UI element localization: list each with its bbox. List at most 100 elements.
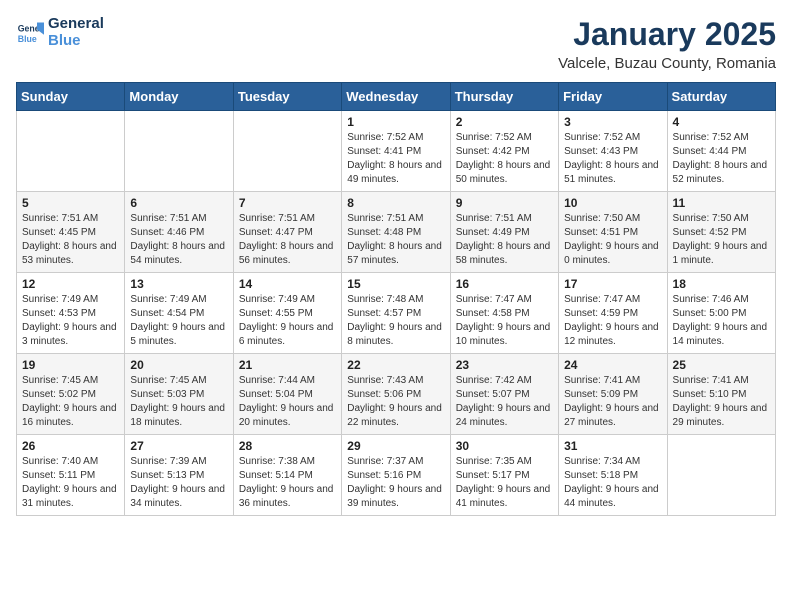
daylight-text: Daylight: 9 hours and 0 minutes. <box>564 241 659 266</box>
weekday-header-wednesday: Wednesday <box>342 83 450 111</box>
day-info: Sunrise: 7:49 AM Sunset: 4:55 PM Dayligh… <box>239 293 336 349</box>
day-number: 6 <box>130 196 227 210</box>
daylight-text: Daylight: 9 hours and 36 minutes. <box>239 484 334 509</box>
sunrise-text: Sunrise: 7:34 AM <box>564 456 640 467</box>
weekday-header-tuesday: Tuesday <box>233 83 341 111</box>
day-info: Sunrise: 7:50 AM Sunset: 4:51 PM Dayligh… <box>564 212 661 268</box>
day-number: 3 <box>564 115 661 129</box>
day-number: 5 <box>22 196 119 210</box>
calendar-cell: 9 Sunrise: 7:51 AM Sunset: 4:49 PM Dayli… <box>450 192 558 273</box>
sunset-text: Sunset: 5:17 PM <box>456 470 530 481</box>
day-number: 4 <box>673 115 770 129</box>
sunset-text: Sunset: 5:16 PM <box>347 470 421 481</box>
weekday-header-sunday: Sunday <box>17 83 125 111</box>
weekday-header-thursday: Thursday <box>450 83 558 111</box>
calendar-cell: 12 Sunrise: 7:49 AM Sunset: 4:53 PM Dayl… <box>17 273 125 354</box>
sunrise-text: Sunrise: 7:43 AM <box>347 375 423 386</box>
day-info: Sunrise: 7:44 AM Sunset: 5:04 PM Dayligh… <box>239 374 336 430</box>
day-info: Sunrise: 7:48 AM Sunset: 4:57 PM Dayligh… <box>347 293 444 349</box>
calendar-week-row: 12 Sunrise: 7:49 AM Sunset: 4:53 PM Dayl… <box>17 273 776 354</box>
calendar-cell: 26 Sunrise: 7:40 AM Sunset: 5:11 PM Dayl… <box>17 435 125 516</box>
day-info: Sunrise: 7:51 AM Sunset: 4:46 PM Dayligh… <box>130 212 227 268</box>
day-number: 31 <box>564 439 661 453</box>
day-info: Sunrise: 7:47 AM Sunset: 4:59 PM Dayligh… <box>564 293 661 349</box>
day-number: 26 <box>22 439 119 453</box>
sunset-text: Sunset: 4:53 PM <box>22 308 96 319</box>
calendar-cell: 27 Sunrise: 7:39 AM Sunset: 5:13 PM Dayl… <box>125 435 233 516</box>
day-info: Sunrise: 7:41 AM Sunset: 5:10 PM Dayligh… <box>673 374 770 430</box>
day-info: Sunrise: 7:41 AM Sunset: 5:09 PM Dayligh… <box>564 374 661 430</box>
calendar-cell: 29 Sunrise: 7:37 AM Sunset: 5:16 PM Dayl… <box>342 435 450 516</box>
day-number: 8 <box>347 196 444 210</box>
sunset-text: Sunset: 4:54 PM <box>130 308 204 319</box>
daylight-text: Daylight: 9 hours and 27 minutes. <box>564 403 659 428</box>
calendar-subtitle: Valcele, Buzau County, Romania <box>558 55 776 72</box>
calendar-week-row: 19 Sunrise: 7:45 AM Sunset: 5:02 PM Dayl… <box>17 354 776 435</box>
daylight-text: Daylight: 8 hours and 49 minutes. <box>347 160 442 185</box>
day-number: 23 <box>456 358 553 372</box>
daylight-text: Daylight: 9 hours and 44 minutes. <box>564 484 659 509</box>
sunrise-text: Sunrise: 7:44 AM <box>239 375 315 386</box>
sunset-text: Sunset: 4:49 PM <box>456 227 530 238</box>
daylight-text: Daylight: 9 hours and 8 minutes. <box>347 322 442 347</box>
calendar-cell <box>233 111 341 192</box>
daylight-text: Daylight: 9 hours and 18 minutes. <box>130 403 225 428</box>
calendar-title: January 2025 <box>558 16 776 53</box>
sunrise-text: Sunrise: 7:41 AM <box>564 375 640 386</box>
page-header: General Blue General Blue January 2025 V… <box>16 16 776 72</box>
sunset-text: Sunset: 5:00 PM <box>673 308 747 319</box>
sunset-text: Sunset: 5:09 PM <box>564 389 638 400</box>
sunrise-text: Sunrise: 7:51 AM <box>456 213 532 224</box>
calendar-cell: 19 Sunrise: 7:45 AM Sunset: 5:02 PM Dayl… <box>17 354 125 435</box>
sunset-text: Sunset: 4:57 PM <box>347 308 421 319</box>
daylight-text: Daylight: 9 hours and 16 minutes. <box>22 403 117 428</box>
sunrise-text: Sunrise: 7:47 AM <box>456 294 532 305</box>
sunrise-text: Sunrise: 7:51 AM <box>130 213 206 224</box>
day-number: 24 <box>564 358 661 372</box>
logo-text: General Blue <box>48 16 104 49</box>
day-number: 15 <box>347 277 444 291</box>
calendar-cell <box>125 111 233 192</box>
calendar-cell: 20 Sunrise: 7:45 AM Sunset: 5:03 PM Dayl… <box>125 354 233 435</box>
sunrise-text: Sunrise: 7:42 AM <box>456 375 532 386</box>
sunset-text: Sunset: 4:44 PM <box>673 146 747 157</box>
calendar-cell: 3 Sunrise: 7:52 AM Sunset: 4:43 PM Dayli… <box>559 111 667 192</box>
daylight-text: Daylight: 9 hours and 10 minutes. <box>456 322 551 347</box>
daylight-text: Daylight: 9 hours and 20 minutes. <box>239 403 334 428</box>
day-info: Sunrise: 7:50 AM Sunset: 4:52 PM Dayligh… <box>673 212 770 268</box>
sunset-text: Sunset: 4:59 PM <box>564 308 638 319</box>
daylight-text: Daylight: 9 hours and 22 minutes. <box>347 403 442 428</box>
daylight-text: Daylight: 8 hours and 53 minutes. <box>22 241 117 266</box>
sunset-text: Sunset: 4:58 PM <box>456 308 530 319</box>
calendar-week-row: 5 Sunrise: 7:51 AM Sunset: 4:45 PM Dayli… <box>17 192 776 273</box>
day-number: 13 <box>130 277 227 291</box>
day-number: 2 <box>456 115 553 129</box>
sunset-text: Sunset: 4:47 PM <box>239 227 313 238</box>
sunset-text: Sunset: 5:13 PM <box>130 470 204 481</box>
day-number: 27 <box>130 439 227 453</box>
sunset-text: Sunset: 4:43 PM <box>564 146 638 157</box>
daylight-text: Daylight: 8 hours and 50 minutes. <box>456 160 551 185</box>
daylight-text: Daylight: 9 hours and 29 minutes. <box>673 403 768 428</box>
daylight-text: Daylight: 9 hours and 6 minutes. <box>239 322 334 347</box>
sunrise-text: Sunrise: 7:38 AM <box>239 456 315 467</box>
calendar-cell: 15 Sunrise: 7:48 AM Sunset: 4:57 PM Dayl… <box>342 273 450 354</box>
day-number: 11 <box>673 196 770 210</box>
calendar-cell: 31 Sunrise: 7:34 AM Sunset: 5:18 PM Dayl… <box>559 435 667 516</box>
sunrise-text: Sunrise: 7:49 AM <box>130 294 206 305</box>
day-info: Sunrise: 7:51 AM Sunset: 4:48 PM Dayligh… <box>347 212 444 268</box>
daylight-text: Daylight: 8 hours and 51 minutes. <box>564 160 659 185</box>
calendar-cell: 30 Sunrise: 7:35 AM Sunset: 5:17 PM Dayl… <box>450 435 558 516</box>
sunrise-text: Sunrise: 7:52 AM <box>456 132 532 143</box>
calendar-cell: 4 Sunrise: 7:52 AM Sunset: 4:44 PM Dayli… <box>667 111 775 192</box>
sunrise-text: Sunrise: 7:48 AM <box>347 294 423 305</box>
daylight-text: Daylight: 8 hours and 52 minutes. <box>673 160 768 185</box>
calendar-cell: 11 Sunrise: 7:50 AM Sunset: 4:52 PM Dayl… <box>667 192 775 273</box>
calendar-cell <box>17 111 125 192</box>
daylight-text: Daylight: 9 hours and 5 minutes. <box>130 322 225 347</box>
title-block: January 2025 Valcele, Buzau County, Roma… <box>558 16 776 72</box>
daylight-text: Daylight: 9 hours and 24 minutes. <box>456 403 551 428</box>
day-info: Sunrise: 7:52 AM Sunset: 4:43 PM Dayligh… <box>564 131 661 187</box>
day-info: Sunrise: 7:37 AM Sunset: 5:16 PM Dayligh… <box>347 455 444 511</box>
sunset-text: Sunset: 4:55 PM <box>239 308 313 319</box>
